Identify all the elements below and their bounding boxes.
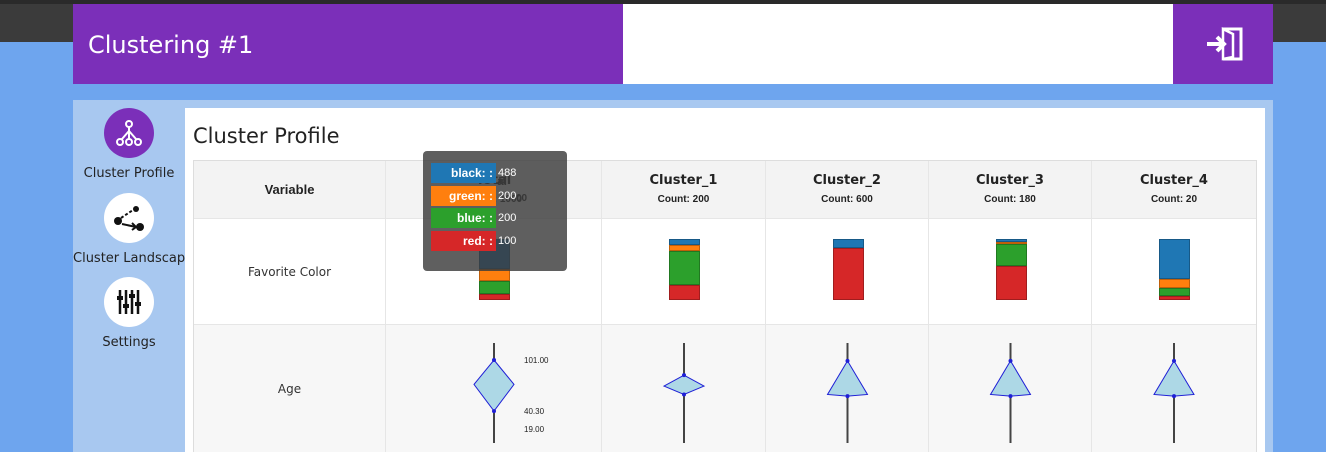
sidebar-item-cluster-landscape[interactable]: Cluster Landscape [73, 193, 194, 266]
row-label: Favorite Color [194, 219, 386, 324]
tooltip-row: blue: :200 [431, 208, 561, 228]
sidebar-item-label: Cluster Landscape [73, 251, 194, 266]
stacked-bar[interactable] [669, 239, 700, 300]
tooltip-label: black: : [431, 163, 496, 183]
bar-segment-red[interactable] [669, 284, 700, 300]
bar-segment-black[interactable] [833, 239, 864, 248]
age-point [1172, 358, 1176, 363]
stacked-bar[interactable] [833, 239, 864, 300]
table-header-row: Variable Total Count: 1000 Cluster_1 Cou… [194, 161, 1256, 218]
tooltip-value: 200 [498, 212, 517, 224]
age-cell-cluster-4[interactable] [1092, 325, 1256, 452]
sidebar: Cluster Profile Cluster Landscape Settin… [73, 100, 194, 452]
age-diamond [662, 374, 706, 396]
age-point [845, 394, 850, 399]
column-name: Cluster_3 [976, 173, 1044, 188]
bar-segment-red[interactable] [996, 266, 1027, 300]
age-point [1008, 358, 1013, 363]
hierarchy-tree-icon [104, 108, 154, 158]
age-cell-cluster-1[interactable] [602, 325, 766, 452]
tooltip-value: 488 [498, 167, 517, 179]
color-cell-cluster-3[interactable] [929, 219, 1092, 324]
profile-table: Variable Total Count: 1000 Cluster_1 Cou… [193, 160, 1257, 452]
variable-header: Variable [194, 161, 386, 218]
age-diamond-plot[interactable] [929, 325, 1092, 452]
bar-segment-blue[interactable] [1159, 288, 1190, 296]
cluster-profile-panel: Cluster Profile Variable Total Count: 10… [185, 108, 1265, 452]
tooltip-value: 100 [498, 234, 517, 247]
age-cell-total[interactable]: 101.00 40.30 19.00 [386, 325, 602, 452]
sidebar-item-cluster-profile[interactable]: Cluster Profile [73, 108, 185, 181]
column-header-cluster-4[interactable]: Cluster_4 Count: 20 [1092, 161, 1256, 218]
age-cell-cluster-3[interactable] [929, 325, 1092, 452]
tooltip-value: 200 [498, 189, 517, 202]
age-diamond [1153, 359, 1195, 397]
age-diamond [473, 359, 515, 412]
age-point [682, 392, 686, 397]
app-header: Clustering #1 [73, 4, 1273, 84]
color-cell-cluster-1[interactable] [602, 219, 766, 324]
table-row-age: Age 101.00 40.30 19.00 [194, 324, 1256, 452]
column-count: Count: 20 [1150, 194, 1198, 205]
page-title: Clustering #1 [88, 31, 254, 59]
age-point [1008, 394, 1013, 399]
age-point [682, 373, 686, 378]
tooltip-row: green: :200 [431, 185, 561, 206]
age-point [1172, 394, 1176, 399]
row-label: Age [194, 325, 386, 452]
tooltip-label: green: : [431, 185, 496, 206]
age-diamond-plot[interactable] [766, 325, 929, 452]
logout-button[interactable] [1205, 26, 1245, 62]
age-diamond [826, 359, 869, 397]
age-value-label: 19.00 [524, 425, 545, 434]
column-name: Cluster_2 [813, 173, 881, 188]
color-cell-cluster-4[interactable] [1092, 219, 1256, 324]
header-blank-panel [623, 4, 1173, 84]
stacked-bar[interactable] [1159, 239, 1190, 300]
column-name: Cluster_4 [1140, 173, 1208, 188]
sidebar-item-label: Cluster Profile [83, 166, 175, 181]
column-header-cluster-3[interactable]: Cluster_3 Count: 180 [929, 161, 1092, 218]
color-tooltip: black: :488 green: :200 blue: :200 red: :10… [423, 151, 567, 271]
sidebar-item-label: Settings [102, 335, 156, 350]
tooltip-label: blue: : [431, 208, 496, 228]
column-count: Count: 180 [984, 194, 1036, 205]
sidebar-item-settings[interactable]: Settings [73, 277, 185, 350]
column-count: Count: 600 [821, 194, 873, 205]
age-diamond [989, 359, 1032, 397]
tooltip-row: red: :100 [431, 230, 561, 251]
bar-segment-black[interactable] [1159, 239, 1190, 279]
age-diamond-plot[interactable] [602, 325, 766, 452]
sliders-icon [104, 277, 154, 327]
age-point [492, 358, 496, 362]
tooltip-label: red: : [431, 230, 496, 251]
age-diamond-plot[interactable] [1092, 325, 1256, 452]
bar-segment-green[interactable] [1159, 278, 1190, 289]
column-header-cluster-2[interactable]: Cluster_2 Count: 600 [766, 161, 929, 218]
bar-segment-red[interactable] [479, 293, 510, 300]
tooltip-row: black: :488 [431, 163, 561, 183]
bar-segment-blue[interactable] [479, 281, 510, 294]
age-point [845, 358, 850, 363]
bar-segment-blue[interactable] [669, 251, 700, 285]
age-point [492, 409, 496, 414]
age-diamond-plot[interactable]: 101.00 40.30 19.00 [386, 325, 602, 452]
bar-segment-red[interactable] [833, 247, 864, 300]
age-cell-cluster-2[interactable] [766, 325, 929, 452]
bar-segment-blue[interactable] [996, 244, 1027, 267]
table-row-favorite-color: Favorite Color [194, 218, 1256, 324]
column-count: Count: 200 [657, 194, 710, 205]
column-name: Cluster_1 [649, 173, 718, 188]
sign-in-door-icon [1207, 26, 1243, 61]
node-graph-icon [104, 193, 154, 243]
column-header-cluster-1[interactable]: Cluster_1 Count: 200 [602, 161, 766, 218]
color-cell-cluster-2[interactable] [766, 219, 929, 324]
section-title: Cluster Profile [193, 124, 340, 148]
age-value-label: 40.30 [524, 407, 545, 416]
stacked-bar[interactable] [996, 239, 1027, 300]
bar-segment-red[interactable] [1159, 295, 1190, 300]
age-value-label: 101.00 [524, 356, 549, 365]
